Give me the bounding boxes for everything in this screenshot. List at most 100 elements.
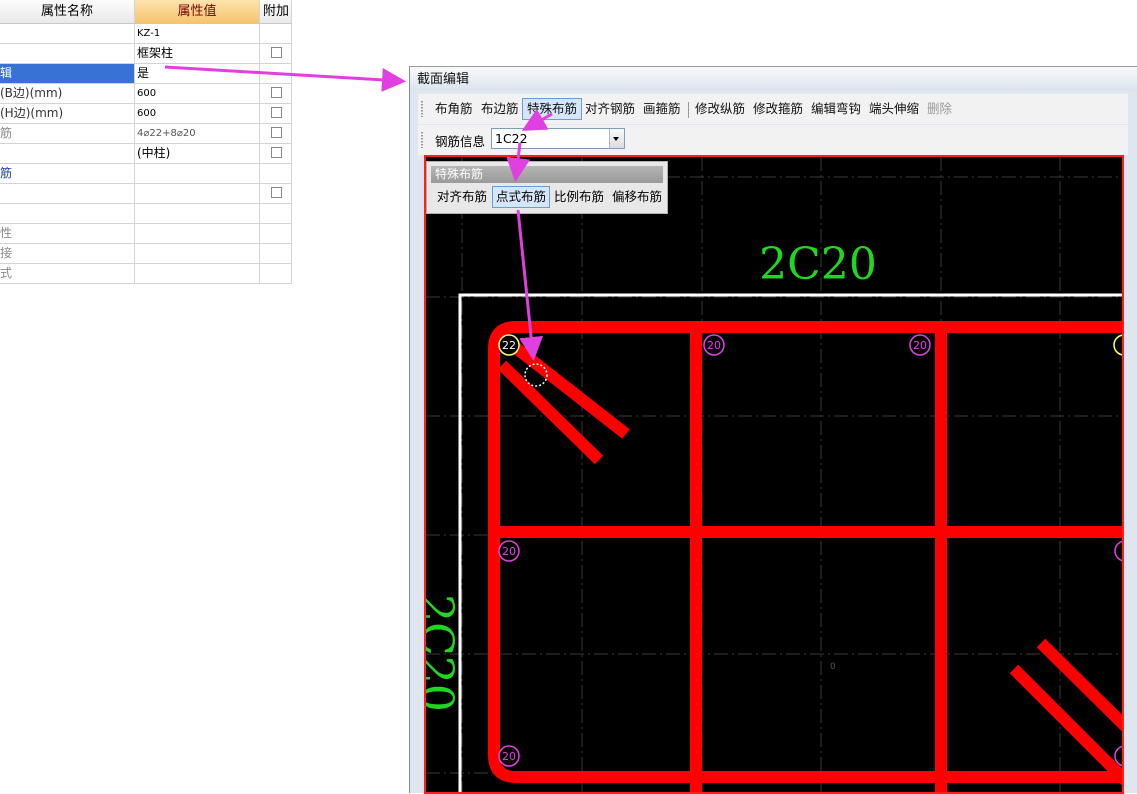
tool-special-bars-button[interactable]: 特殊布筋 — [522, 98, 583, 120]
property-value-cell[interactable]: 600 — [135, 104, 260, 123]
extra-checkbox[interactable] — [271, 187, 282, 198]
tool-corner-bars-button[interactable]: 布角筋 — [435, 98, 473, 120]
property-value-cell[interactable]: 4⌀22+8⌀20 — [135, 124, 260, 143]
section-drawing[interactable]: 2C20 2C20 0 22 20 20 20 20 — [426, 157, 1124, 794]
property-value-cell[interactable]: KZ-1 — [135, 24, 260, 43]
property-row[interactable]: 式 — [0, 264, 292, 284]
property-name-cell[interactable]: 辑 — [0, 64, 135, 83]
property-name-cell[interactable]: (B边)(mm) — [0, 84, 135, 103]
property-extra-cell — [261, 84, 292, 103]
property-name-cell[interactable]: 式 — [0, 264, 135, 283]
side-bar-label: 20 — [707, 339, 721, 352]
property-extra-cell — [261, 204, 292, 223]
property-row[interactable] — [0, 204, 292, 224]
special-rebar-popup: 特殊布筋 对齐布筋 点式布筋 比例布筋 偏移布筋 — [426, 161, 668, 214]
proportional-rebar-button[interactable]: 比例布筋 — [554, 186, 604, 208]
property-value-cell[interactable]: 600 — [135, 84, 260, 103]
left-rebar-label[interactable]: 2C20 — [426, 594, 462, 712]
toolbar-grip[interactable] — [421, 132, 423, 148]
property-row[interactable]: 筋 — [0, 164, 292, 184]
property-name-cell[interactable]: (H边)(mm) — [0, 104, 135, 123]
center-marker: 0 — [830, 662, 836, 672]
extra-checkbox[interactable] — [271, 87, 282, 98]
tool-edit-stirrups-button[interactable]: 修改箍筋 — [753, 98, 803, 120]
section-outline — [458, 293, 1122, 792]
property-name-cell[interactable]: 接 — [0, 244, 135, 263]
extra-checkbox[interactable] — [271, 127, 282, 138]
extra-checkbox[interactable] — [271, 107, 282, 118]
property-row[interactable]: 筋 4⌀22+8⌀20 — [0, 124, 292, 144]
property-name-cell[interactable]: 筋 — [0, 124, 135, 143]
editor-title: 截面编辑 — [410, 67, 1137, 91]
tool-edit-long-bars-button[interactable]: 修改纵筋 — [695, 98, 745, 120]
side-bar[interactable]: 20 — [703, 334, 725, 356]
rebar-info-label: 钢筋信息 — [435, 134, 486, 149]
property-name-cell[interactable]: 性 — [0, 224, 135, 243]
side-bar[interactable]: 20 — [909, 334, 931, 356]
tool-edit-hooks-button[interactable]: 编辑弯钩 — [811, 98, 861, 120]
property-value-cell[interactable]: 框架柱 — [135, 44, 260, 63]
rebar-info-combobox[interactable]: 1C22 — [491, 128, 625, 149]
property-extra-cell — [261, 44, 292, 63]
align-rebar-button[interactable]: 对齐布筋 — [437, 186, 487, 208]
property-value-cell[interactable] — [135, 164, 260, 183]
property-grid-header: 属性名称 属性值 附加 — [0, 0, 292, 24]
property-name-cell[interactable] — [0, 184, 135, 203]
side-bar-right[interactable] — [1114, 540, 1124, 562]
tool-draw-stirrup-button[interactable]: 画箍筋 — [643, 98, 681, 120]
property-value-cell[interactable] — [135, 224, 260, 243]
toolbar-separator — [688, 102, 689, 118]
property-extra-cell — [261, 64, 292, 83]
offset-rebar-button[interactable]: 偏移布筋 — [612, 186, 662, 208]
corner-bar-right[interactable] — [1113, 334, 1124, 356]
property-row[interactable] — [0, 184, 292, 204]
header-extra[interactable]: 附加 — [261, 0, 292, 23]
tool-align-bars-button[interactable]: 对齐钢筋 — [585, 98, 635, 120]
property-value-cell[interactable] — [135, 264, 260, 283]
property-value-cell[interactable]: (中柱) — [135, 144, 260, 163]
property-name-cell[interactable] — [0, 204, 135, 223]
corner-bar-label: 22 — [502, 339, 516, 352]
section-canvas[interactable]: 2C20 2C20 0 22 20 20 20 20 — [424, 155, 1124, 794]
property-value-cell[interactable] — [135, 244, 260, 263]
tool-edge-bars-button[interactable]: 布边筋 — [481, 98, 519, 120]
side-bar-label: 20 — [502, 750, 516, 763]
property-row[interactable]: 框架柱 — [0, 44, 292, 64]
property-extra-cell — [261, 264, 292, 283]
editor-toolbar: 布角筋 布边筋 特殊布筋 对齐钢筋 画箍筋 修改纵筋 修改箍筋 编辑弯钩 端头伸… — [418, 94, 1128, 124]
toolbar-grip[interactable] — [421, 101, 423, 117]
header-property-name[interactable]: 属性名称 — [0, 0, 135, 23]
property-extra-cell — [261, 104, 292, 123]
property-extra-cell — [261, 144, 292, 163]
property-extra-cell — [261, 124, 292, 143]
side-bar[interactable]: 20 — [498, 745, 520, 767]
extra-checkbox[interactable] — [271, 47, 282, 58]
side-bar-label: 20 — [913, 339, 927, 352]
property-name-cell[interactable] — [0, 24, 135, 43]
property-row[interactable]: (中柱) — [0, 144, 292, 164]
chevron-down-icon[interactable] — [609, 129, 624, 148]
property-row[interactable]: KZ-1 — [0, 24, 292, 44]
property-extra-cell — [261, 244, 292, 263]
rebar-info-value[interactable]: 1C22 — [495, 131, 528, 146]
property-value-cell[interactable] — [135, 204, 260, 223]
property-row[interactable]: 接 — [0, 244, 292, 264]
side-bar[interactable]: 20 — [498, 540, 520, 562]
property-value-cell[interactable]: 是 — [135, 64, 260, 83]
property-name-cell[interactable] — [0, 144, 135, 163]
corner-bar[interactable]: 22 — [498, 334, 520, 356]
property-row[interactable]: (H边)(mm) 600 — [0, 104, 292, 124]
property-name-cell[interactable] — [0, 44, 135, 63]
property-name-cell[interactable]: 筋 — [0, 164, 135, 183]
property-row[interactable]: 辑是 — [0, 64, 292, 84]
top-rebar-label[interactable]: 2C20 — [759, 239, 877, 290]
property-value-cell[interactable] — [135, 184, 260, 203]
rebar-info-toolbar: 钢筋信息 1C22 — [418, 125, 1128, 155]
property-row[interactable]: 性 — [0, 224, 292, 244]
property-row[interactable]: (B边)(mm) 600 — [0, 84, 292, 104]
tool-end-stretch-button[interactable]: 端头伸缩 — [869, 98, 919, 120]
tool-delete-button[interactable]: 删除 — [927, 98, 952, 120]
header-property-value[interactable]: 属性值 — [135, 0, 260, 23]
point-rebar-button[interactable]: 点式布筋 — [492, 186, 551, 208]
extra-checkbox[interactable] — [271, 147, 282, 158]
